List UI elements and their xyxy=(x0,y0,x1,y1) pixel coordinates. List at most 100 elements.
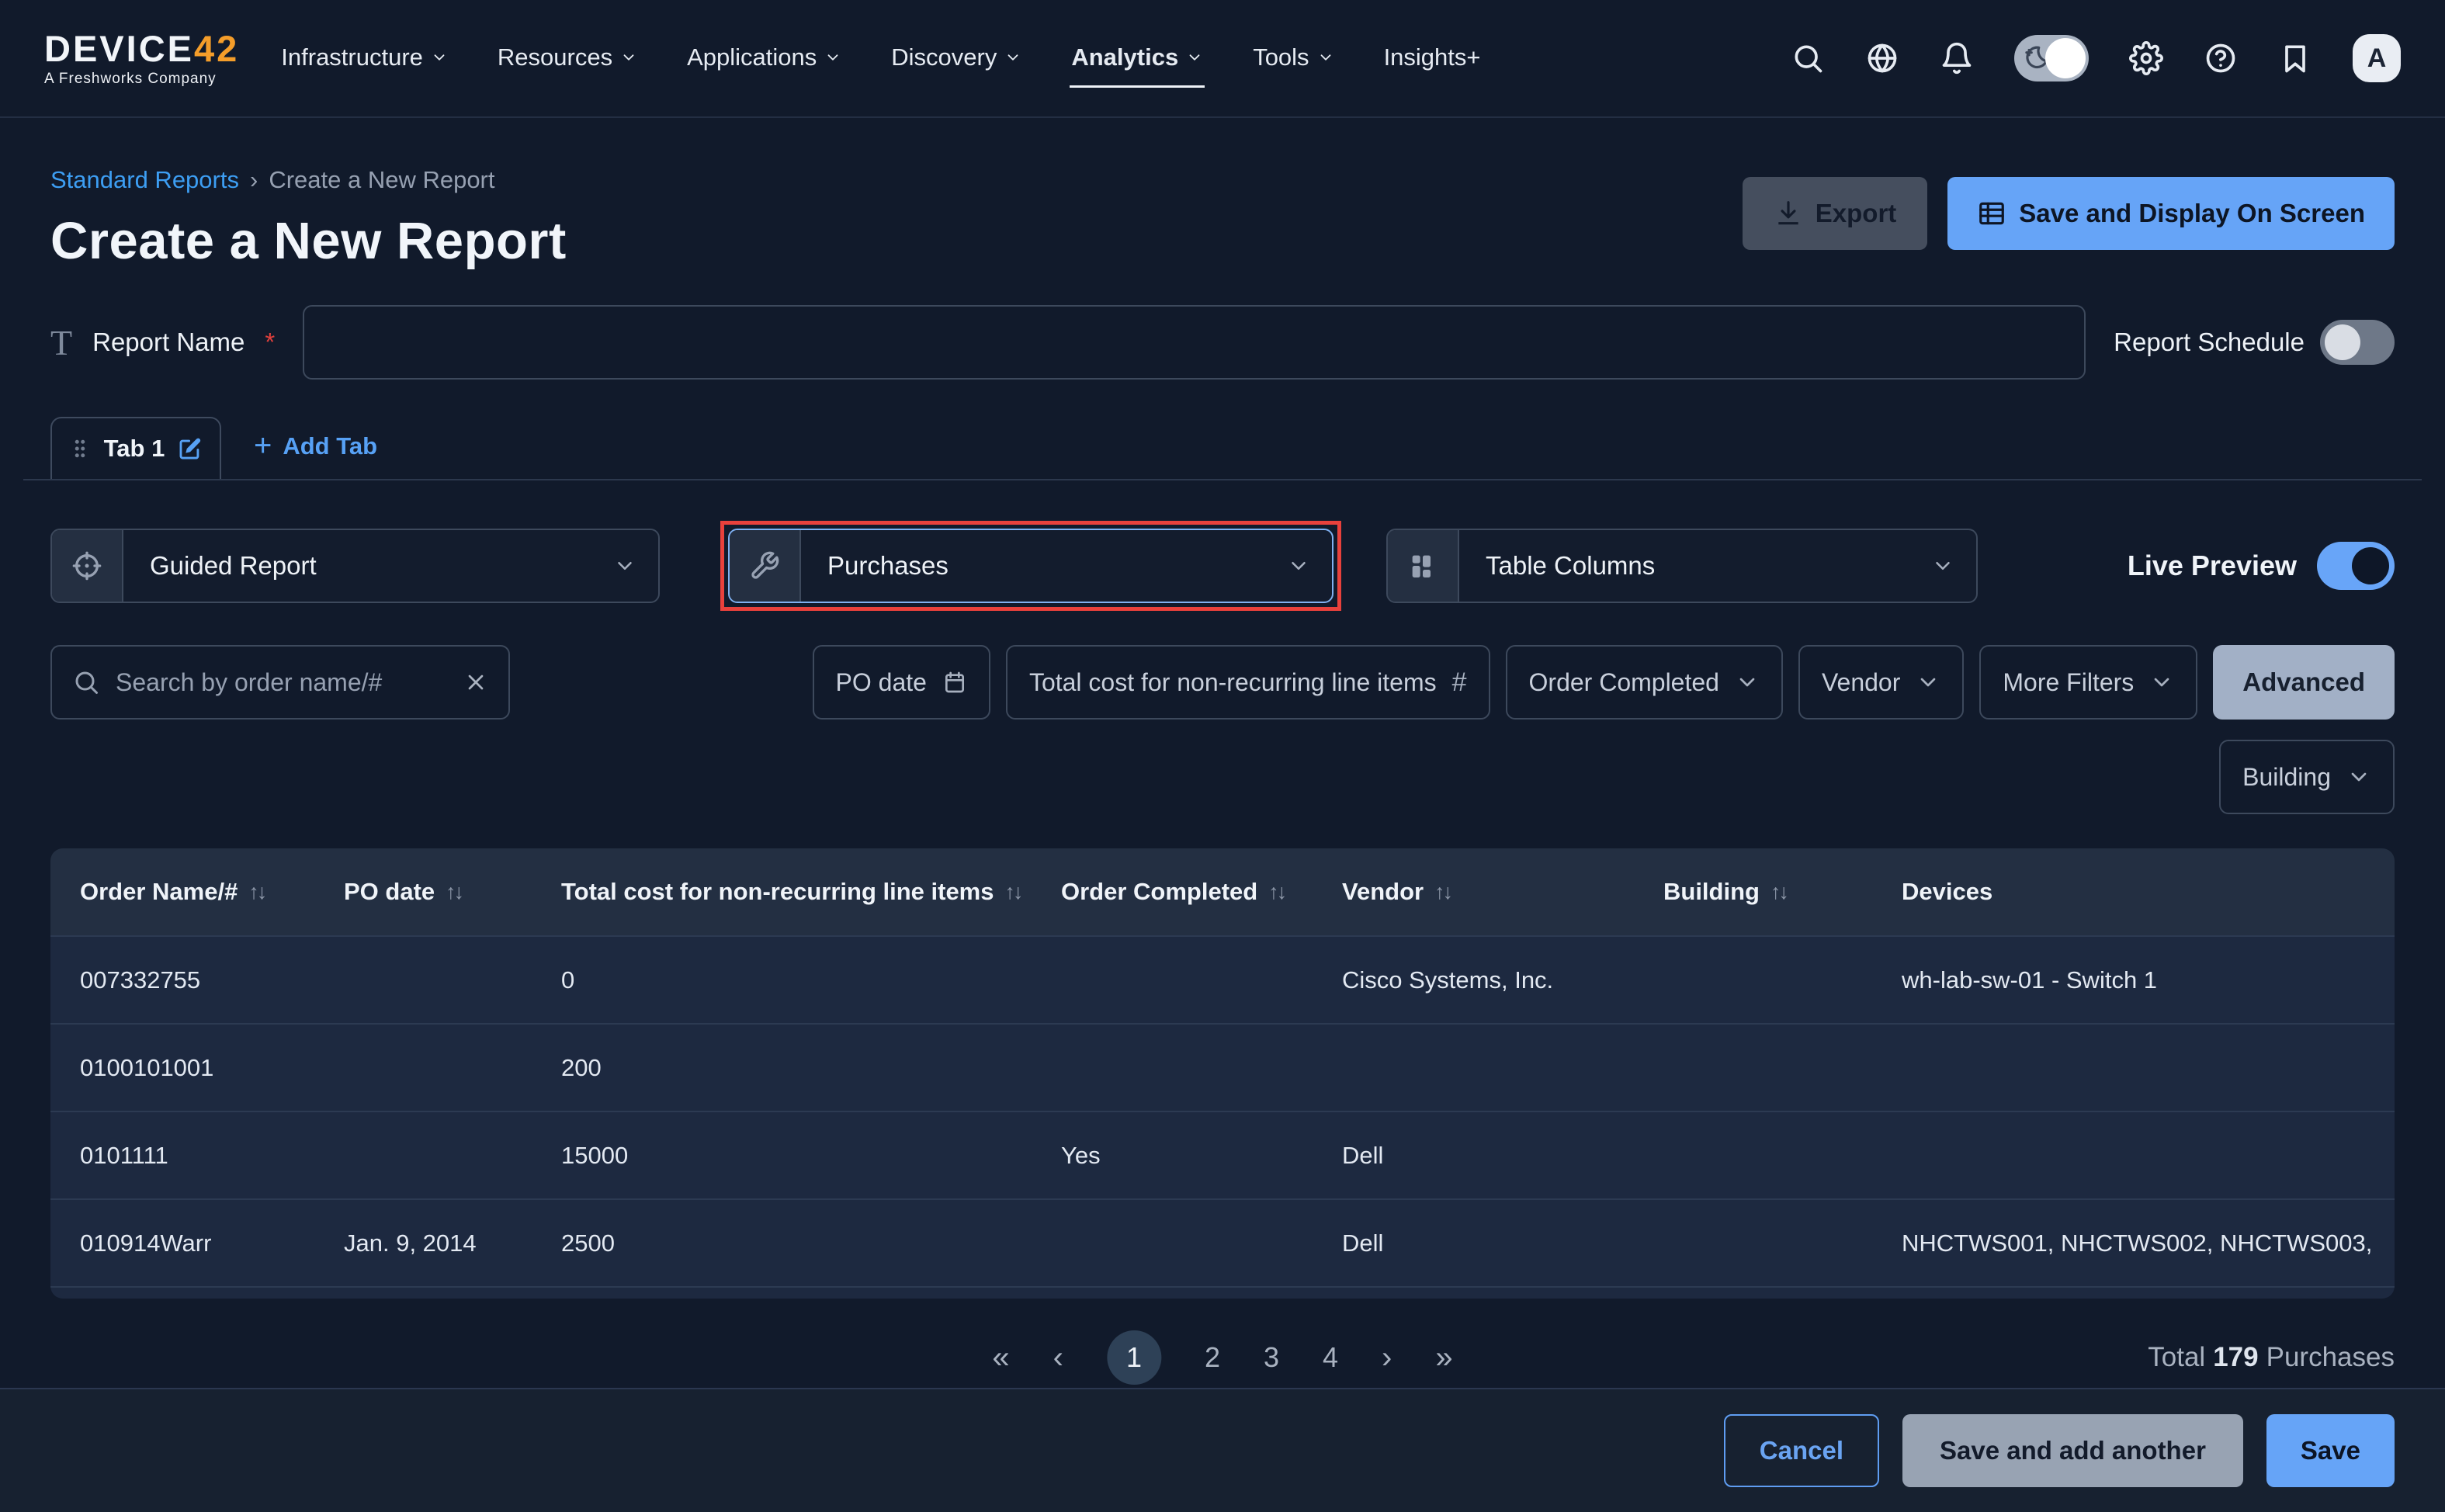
table-row: 010914Warr Jan. 9, 2014 2500 Dell NHCTWS… xyxy=(50,1198,2395,1286)
cell-total-cost: 2500 xyxy=(561,1229,1061,1257)
column-label: Order Name/# xyxy=(80,878,238,906)
chevron-down-icon xyxy=(1004,49,1021,66)
filters-row: PO date Total cost for non-recurring lin… xyxy=(0,645,2445,720)
help-icon[interactable] xyxy=(2204,41,2238,75)
export-label: Export xyxy=(1816,199,1897,228)
cell-po-date: Jan. 9, 2014 xyxy=(344,1229,561,1257)
chevron-down-icon xyxy=(620,49,637,66)
cancel-button[interactable]: Cancel xyxy=(1724,1414,1879,1487)
gear-icon[interactable] xyxy=(2129,41,2163,75)
add-tab-button[interactable]: + Add Tab xyxy=(254,428,377,463)
grid-columns-icon xyxy=(1388,530,1459,602)
filter-po-date[interactable]: PO date xyxy=(813,645,990,720)
download-icon xyxy=(1774,199,1803,228)
save-and-add-another-button[interactable]: Save and add another xyxy=(1902,1414,2243,1487)
breadcrumb-link-standard-reports[interactable]: Standard Reports xyxy=(50,166,239,194)
report-name-input[interactable] xyxy=(303,305,2086,380)
filter-vendor[interactable]: Vendor xyxy=(1798,645,1964,720)
column-label: Building xyxy=(1663,878,1760,906)
total-value: 179 xyxy=(2213,1342,2258,1372)
avatar[interactable]: A xyxy=(2353,34,2401,82)
sort-icon: ↑↓ xyxy=(1268,880,1285,904)
search-icon[interactable] xyxy=(1791,41,1825,75)
sort-icon: ↑↓ xyxy=(446,880,462,904)
column-header-order-completed[interactable]: Order Completed ↑↓ xyxy=(1061,878,1342,906)
nav-item-label: Insights+ xyxy=(1384,43,1481,71)
object-type-select[interactable]: Purchases xyxy=(728,529,1333,603)
cell-order-name: 007332755 xyxy=(50,966,344,994)
page-button-3[interactable]: 3 xyxy=(1264,1341,1279,1374)
report-type-select[interactable]: Guided Report xyxy=(50,529,660,603)
chevron-down-icon xyxy=(1287,554,1310,577)
column-label: Total cost for non-recurring line items xyxy=(561,878,994,906)
column-header-total-cost[interactable]: Total cost for non-recurring line items↑… xyxy=(561,878,1061,906)
clear-search-icon[interactable] xyxy=(463,670,488,695)
nav-item-discovery[interactable]: Discovery xyxy=(890,29,1023,88)
column-header-po-date[interactable]: PO date↑↓ xyxy=(344,878,561,906)
export-button[interactable]: Export xyxy=(1743,177,1928,250)
filter-more-filters[interactable]: More Filters xyxy=(1979,645,2197,720)
filter-po-date-label: PO date xyxy=(836,668,927,697)
view-type-select[interactable]: Table Columns xyxy=(1386,529,1978,603)
nav-item-label: Tools xyxy=(1253,43,1309,71)
globe-icon[interactable] xyxy=(1865,41,1899,75)
chevron-down-icon xyxy=(431,49,448,66)
text-type-icon: T xyxy=(50,322,72,363)
first-page-button[interactable]: « xyxy=(992,1340,1009,1375)
next-page-button[interactable]: › xyxy=(1382,1340,1392,1375)
column-header-vendor[interactable]: Vendor↑↓ xyxy=(1342,878,1663,906)
total-prefix: Total xyxy=(2148,1342,2205,1372)
nav-icon-group: A xyxy=(1791,34,2401,82)
prev-page-button[interactable]: ‹ xyxy=(1053,1340,1063,1375)
chevron-down-icon xyxy=(1735,670,1760,695)
device42-logo[interactable]: DEVICE42 A Freshworks Company xyxy=(44,30,239,86)
add-tab-label: Add Tab xyxy=(283,432,377,460)
page-head: Standard Reports › Create a New Report C… xyxy=(0,166,2445,271)
theme-toggle[interactable] xyxy=(2014,35,2089,81)
nav-item-resources[interactable]: Resources xyxy=(496,29,639,88)
filter-total-cost[interactable]: Total cost for non-recurring line items … xyxy=(1006,645,1490,720)
search-input[interactable] xyxy=(116,668,448,697)
filter-building[interactable]: Building xyxy=(2219,740,2395,814)
chevron-down-icon xyxy=(1931,554,1954,577)
breadcrumb-current: Create a New Report xyxy=(269,166,494,194)
total-suffix: Purchases xyxy=(2266,1342,2395,1372)
save-and-display-button[interactable]: Save and Display On Screen xyxy=(1947,177,2395,250)
save-button[interactable]: Save xyxy=(2266,1414,2395,1487)
save-and-add-another-label: Save and add another xyxy=(1940,1436,2206,1465)
edit-tab-icon[interactable] xyxy=(177,435,203,462)
nav-item-applications[interactable]: Applications xyxy=(685,29,843,88)
tabs-bar: Tab 1 + Add Tab xyxy=(23,417,2422,480)
bell-icon[interactable] xyxy=(1940,41,1974,75)
last-page-button[interactable]: » xyxy=(1435,1340,1452,1375)
filter-order-completed[interactable]: Order Completed xyxy=(1506,645,1783,720)
tab-1[interactable]: Tab 1 xyxy=(50,417,221,479)
hash-icon: # xyxy=(1452,668,1467,698)
nav-item-analytics[interactable]: Analytics xyxy=(1070,29,1205,88)
page-button-1[interactable]: 1 xyxy=(1107,1330,1161,1385)
report-schedule-toggle[interactable] xyxy=(2320,320,2395,365)
column-header-building[interactable]: Building↑↓ xyxy=(1663,878,1902,906)
page-button-4[interactable]: 4 xyxy=(1323,1341,1338,1374)
nav-item-tools[interactable]: Tools xyxy=(1251,29,1335,88)
drag-handle-icon[interactable] xyxy=(68,437,92,460)
report-name-label: Report Name xyxy=(92,328,244,357)
report-schedule-label: Report Schedule xyxy=(2114,328,2305,357)
column-header-order-name[interactable]: Order Name/#↑↓ xyxy=(50,878,344,906)
live-preview-toggle[interactable] xyxy=(2317,542,2395,590)
bookmark-icon[interactable] xyxy=(2278,41,2312,75)
table-row: 0101111 15000 Yes Dell xyxy=(50,1111,2395,1198)
logo-text: DEVIC xyxy=(44,28,168,69)
chevron-down-icon xyxy=(2346,765,2371,789)
filter-order-completed-label: Order Completed xyxy=(1529,668,1719,697)
nav-item-infrastructure[interactable]: Infrastructure xyxy=(279,29,449,88)
nav-item-insights[interactable]: Insights+ xyxy=(1382,29,1483,88)
chevron-down-icon xyxy=(824,49,841,66)
report-type-value: Guided Report xyxy=(123,551,613,581)
page-button-2[interactable]: 2 xyxy=(1205,1341,1220,1374)
tab-1-label: Tab 1 xyxy=(104,435,165,463)
column-header-devices: Devices xyxy=(1902,878,2395,906)
column-label: Order Completed xyxy=(1061,878,1257,906)
column-label: Vendor xyxy=(1342,878,1424,906)
advanced-button[interactable]: Advanced xyxy=(2213,645,2395,720)
